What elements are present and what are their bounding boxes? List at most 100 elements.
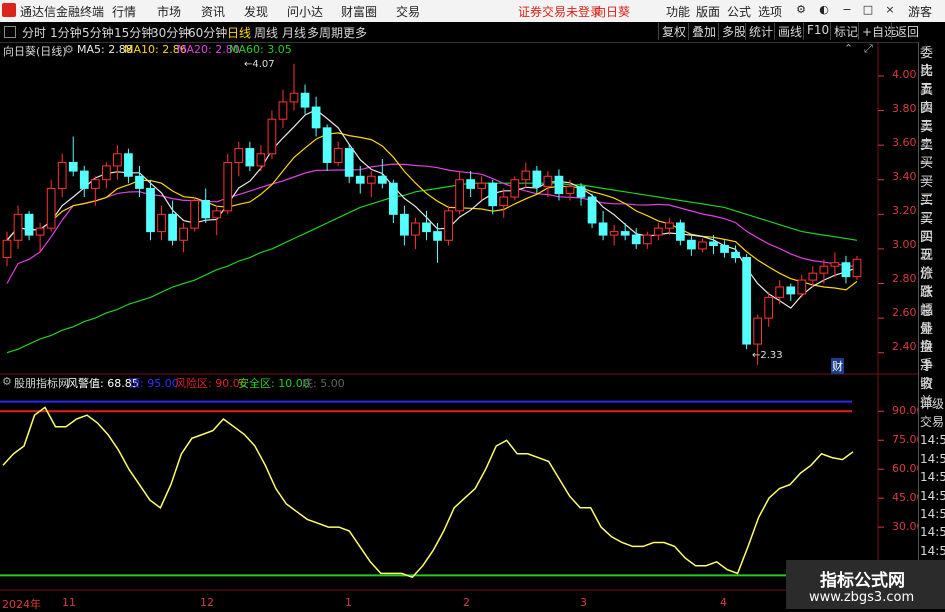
price-tick-3: 3.40 [892, 170, 917, 184]
menu-function[interactable]: 功能 [666, 3, 690, 20]
panel-row-27: 14:56 [920, 543, 945, 558]
price-tick-2: 3.60 [892, 136, 917, 150]
user-label[interactable]: 游客 [908, 3, 932, 20]
candle-body-44 [488, 182, 498, 207]
candle-body-26 [289, 92, 299, 103]
menu-xiaoda[interactable]: 问小达 [287, 3, 323, 20]
menu-market[interactable]: 行情 [112, 3, 136, 20]
ma60-line [6, 182, 858, 354]
panel-row-25: 14:56 [920, 507, 945, 521]
candle-body-58 [642, 234, 652, 245]
btn-draw[interactable]: 画线 [774, 23, 805, 40]
candle-body-11 [124, 153, 133, 177]
menu-trade[interactable]: 交易 [396, 3, 420, 20]
candle-body-24 [267, 118, 277, 155]
settings-icon[interactable]: ⚙ [795, 4, 807, 16]
period-tab-2[interactable]: 5分钟 [82, 24, 114, 41]
panel-row-20: 交易 [920, 415, 945, 429]
indicator-top-label: 顶: 95.00 [129, 377, 179, 390]
finance-badge[interactable]: 财 [831, 358, 844, 374]
period-tab-7[interactable]: 周线 [254, 24, 278, 41]
candle-body-64 [709, 241, 718, 246]
date-tick-5: 3 [580, 596, 587, 609]
candle-body-4 [46, 187, 56, 229]
app-name: 通达信金融终端 [20, 5, 105, 19]
candle-body-13 [146, 187, 155, 233]
maximize-icon[interactable]: □ [862, 4, 874, 16]
btn-stats[interactable]: 统计 [745, 23, 776, 40]
candle-body-37 [411, 222, 420, 236]
candle-body-18 [201, 199, 211, 219]
date-tick-4: 2 [463, 596, 470, 609]
period-tab-9[interactable]: 多周期 [307, 24, 343, 41]
candle-body-50 [554, 175, 564, 195]
price-tick-1: 3.80 [892, 102, 917, 116]
candle-body-41 [455, 179, 464, 212]
high-value: 4.07 [252, 59, 275, 70]
watermark: 指标公式网 www.zbgs3.com [786, 560, 945, 609]
menu-wealth[interactable]: 财富圈 [341, 3, 377, 20]
period-tab-1[interactable]: 1分钟 [50, 24, 82, 41]
high-marker: ←4.07 [244, 59, 275, 70]
menu-formula[interactable]: 公式 [727, 3, 751, 20]
btn-back[interactable]: 返回 [891, 23, 922, 40]
minimize-icon[interactable]: − [841, 4, 853, 16]
date-tick-0: 2024年 [2, 598, 41, 611]
period-tab-0[interactable]: 分时 [22, 24, 46, 41]
btn-overlay[interactable]: 叠加 [688, 23, 719, 40]
candle-body-23 [256, 153, 266, 167]
period-tab-10[interactable]: 更多 [343, 24, 367, 41]
menu-layout[interactable]: 版面 [696, 3, 720, 20]
candle-body-5 [57, 161, 67, 189]
ma10-line [6, 132, 858, 291]
period-tab-4[interactable]: 30分钟 [151, 24, 190, 41]
btn-f10[interactable]: F10 [803, 23, 832, 40]
indicator-name: 股朋指标网 [14, 377, 69, 390]
candle-body-28 [311, 106, 321, 129]
candle-body-16 [179, 227, 188, 241]
candle-body-10 [113, 153, 122, 167]
candle-body-38 [422, 222, 431, 233]
candle-body-1 [13, 213, 23, 241]
candle-body-35 [389, 182, 398, 215]
watermark-url: www.zbgs3.com [809, 590, 915, 605]
candle-body-71 [786, 286, 796, 295]
period-tab-6[interactable]: 日线 [227, 24, 251, 41]
candle-body-69 [764, 296, 774, 319]
candle-body-65 [720, 244, 729, 253]
skin-icon[interactable]: ◐ [818, 4, 830, 16]
btn-mark[interactable]: 标记 [830, 23, 861, 40]
period-tab-8[interactable]: 月线 [282, 24, 306, 41]
indicator-settings-icon[interactable]: ⚙ [2, 375, 12, 388]
indicator-bottom-label: 底: 5.00 [302, 377, 345, 390]
indicator-line [2, 406, 854, 579]
menu-markets[interactable]: 市场 [157, 3, 181, 20]
kline-chart[interactable] [0, 42, 918, 609]
btn-fuquan[interactable]: 复权 [658, 23, 689, 40]
indicator-safe-label: 安全区: 10.00 [238, 377, 310, 390]
menu-discover[interactable]: 发现 [244, 3, 268, 20]
menu-news[interactable]: 资讯 [201, 3, 225, 20]
candle-body-47 [521, 170, 531, 181]
candle-body-53 [587, 196, 597, 224]
price-tick-7: 2.60 [892, 306, 917, 320]
date-tick-1: 11 [62, 596, 76, 609]
price-tick-0: 4.00 [892, 68, 917, 82]
candle-body-12 [135, 175, 144, 189]
candle-body-70 [775, 286, 785, 298]
candle-body-27 [300, 92, 310, 108]
candle-body-2 [24, 213, 34, 236]
candle-body-55 [609, 231, 619, 236]
panel-toggle-icon[interactable] [4, 26, 16, 38]
login-status: 证券交易未登录 [518, 5, 603, 19]
candle-body-43 [477, 182, 487, 189]
period-tab-3[interactable]: 15分钟 [114, 24, 153, 41]
candle-body-33 [366, 175, 376, 184]
menu-options[interactable]: 选项 [758, 3, 782, 20]
candle-body-8 [90, 179, 100, 189]
close-icon[interactable]: × [884, 4, 896, 16]
period-tab-5[interactable]: 60分钟 [188, 24, 227, 41]
panel-row-24: 14:56 [920, 488, 945, 503]
date-tick-2: 12 [200, 596, 214, 609]
candle-body-42 [466, 179, 476, 189]
